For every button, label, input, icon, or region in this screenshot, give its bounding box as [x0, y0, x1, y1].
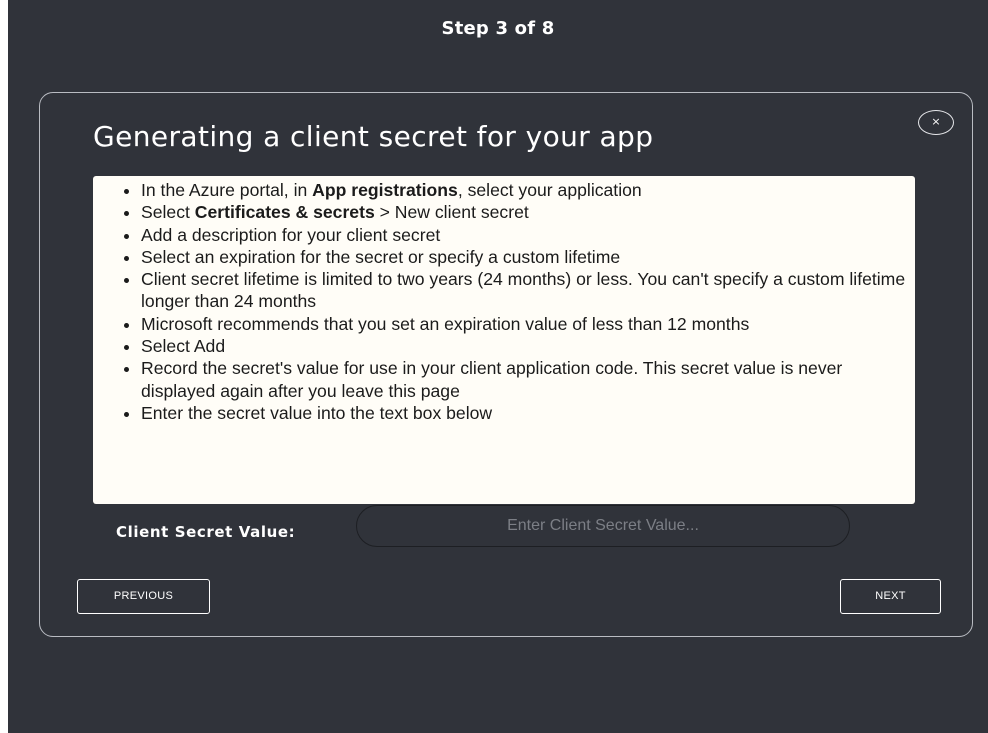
instructions-panel: In the Azure portal, in App registration… — [93, 176, 915, 504]
wizard-dialog: × Generating a client secret for your ap… — [39, 92, 973, 637]
instruction-item: Microsoft recommends that you set an exp… — [141, 313, 911, 335]
instruction-list: In the Azure portal, in App registration… — [121, 179, 911, 424]
instruction-item: Add a description for your client secret — [141, 224, 911, 246]
client-secret-input[interactable] — [356, 505, 850, 547]
instruction-item: Record the secret's value for use in you… — [141, 357, 911, 402]
instruction-item: Select Add — [141, 335, 911, 357]
wizard-screen: Step 3 of 8 × Generating a client secret… — [8, 0, 988, 733]
instruction-item: Select Certificates & secrets > New clie… — [141, 201, 911, 223]
instruction-item: Client secret lifetime is limited to two… — [141, 268, 911, 313]
instruction-item: Enter the secret value into the text box… — [141, 402, 911, 424]
step-indicator: Step 3 of 8 — [441, 18, 555, 39]
dialog-title: Generating a client secret for your app — [93, 120, 654, 153]
instruction-item: In the Azure portal, in App registration… — [141, 179, 911, 201]
previous-button[interactable]: PREVIOUS — [77, 579, 210, 614]
close-button[interactable]: × — [918, 110, 954, 135]
next-button[interactable]: NEXT — [840, 579, 941, 614]
client-secret-label: Client Secret Value: — [116, 523, 296, 541]
instruction-item: Select an expiration for the secret or s… — [141, 246, 911, 268]
